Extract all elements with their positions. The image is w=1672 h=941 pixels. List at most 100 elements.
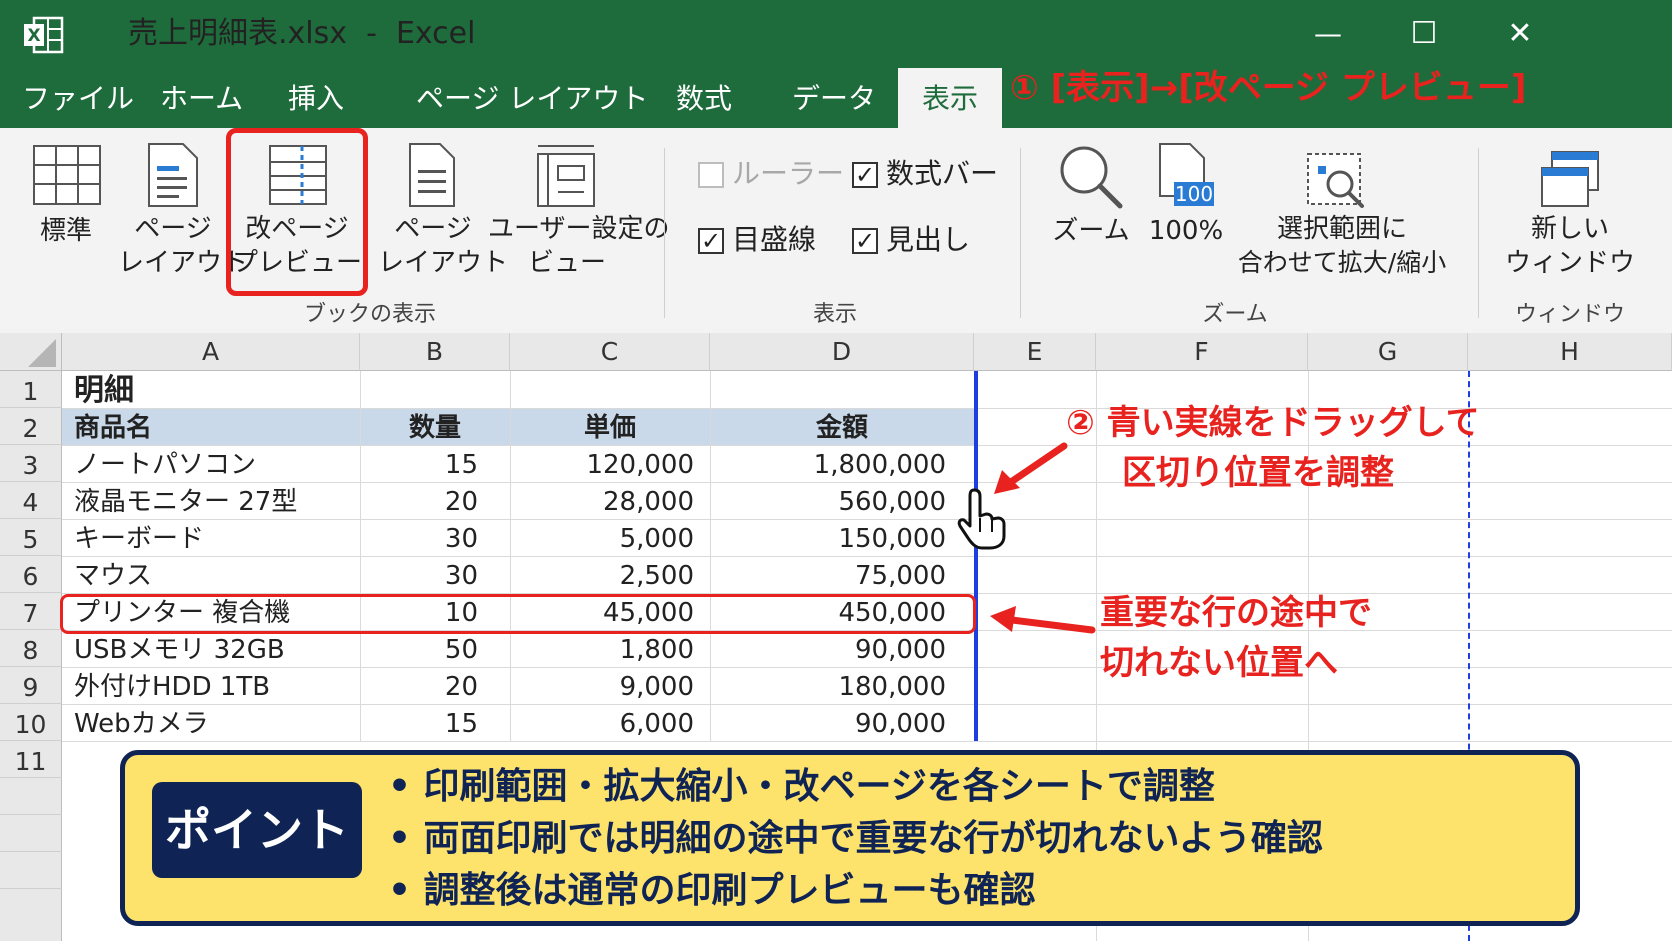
column-header-b[interactable]: B: [360, 333, 510, 371]
row-header-10[interactable]: 10: [0, 704, 62, 741]
tab-page-layout[interactable]: ページ レイアウト: [416, 76, 648, 122]
table-cell-unit-price[interactable]: 28,000: [510, 482, 694, 522]
table-cell-amount[interactable]: 150,000: [710, 519, 946, 559]
column-header-g[interactable]: G: [1308, 333, 1468, 371]
page-break-preview-label-2[interactable]: プレビュー: [232, 246, 362, 280]
tab-file[interactable]: ファイル: [22, 76, 134, 122]
tab-view[interactable]: 表示: [898, 68, 1003, 128]
custom-views-label-2[interactable]: ビュー: [488, 246, 646, 280]
page-break-preview-label-1[interactable]: 改ページ: [232, 212, 362, 246]
row-header-1[interactable]: 1: [0, 371, 62, 408]
step2-annotation-line1: ② 青い実線をドラッグして: [1066, 403, 1480, 443]
zoom-button[interactable]: ズーム: [1046, 214, 1136, 248]
gridlines-checkbox[interactable]: ✓: [698, 228, 724, 254]
table-cell-amount[interactable]: 560,000: [710, 482, 946, 522]
table-cell-quantity[interactable]: 20: [360, 667, 478, 707]
table-cell-product[interactable]: 外付けHDD 1TB: [74, 667, 270, 707]
table-cell-product[interactable]: キーボード: [74, 519, 204, 559]
table-cell-unit-price[interactable]: 1,800: [510, 630, 694, 670]
zoom-to-selection-label-1[interactable]: 選択範囲に: [1240, 212, 1444, 246]
new-window-label-1[interactable]: 新しい: [1500, 212, 1640, 246]
tab-formulas[interactable]: 数式: [676, 76, 732, 122]
tab-data[interactable]: データ: [792, 76, 876, 122]
tab-home[interactable]: ホーム: [160, 76, 243, 122]
row-header-3[interactable]: 3: [0, 445, 62, 482]
new-window-label-2[interactable]: ウィンドウ: [1500, 246, 1640, 280]
page-layout-view-label-1[interactable]: ページ: [118, 212, 228, 246]
table-cell-product[interactable]: ノートパソコン: [74, 445, 256, 485]
table-cell-unit-price[interactable]: 5,000: [510, 519, 694, 559]
point-line-1: • 印刷範囲・拡大縮小・改ページを各シートで調整: [388, 766, 1215, 807]
hand-cursor-icon: [956, 486, 1012, 550]
table-cell-product[interactable]: Webカメラ: [74, 704, 209, 744]
group-label-window: ウィンドウ: [1514, 302, 1625, 327]
column-header-h[interactable]: H: [1468, 333, 1672, 371]
point-badge: ポイント: [152, 782, 362, 878]
page-layout-view-icon: [143, 140, 203, 210]
column-header-a[interactable]: A: [62, 333, 360, 371]
headings-checkbox[interactable]: ✓: [852, 228, 878, 254]
table-cell-amount[interactable]: 1,800,000: [710, 445, 946, 485]
table-cell-amount[interactable]: 180,000: [710, 667, 946, 707]
new-window-icon: [1538, 148, 1602, 210]
select-all-button[interactable]: [0, 333, 62, 371]
header-cell-unit-price[interactable]: 単価: [510, 408, 710, 448]
table-cell-unit-price[interactable]: 120,000: [510, 445, 694, 485]
close-button[interactable]: ✕: [1490, 10, 1550, 60]
row-header-5[interactable]: 5: [0, 519, 62, 556]
row-header-8[interactable]: 8: [0, 630, 62, 667]
table-cell-quantity[interactable]: 30: [360, 519, 478, 559]
maximize-button[interactable]: ☐: [1394, 10, 1454, 60]
step2-annotation-line2: 区切り位置を調整: [1122, 453, 1394, 493]
gridlines-label: 目盛線: [732, 223, 817, 256]
column-header-d[interactable]: D: [710, 333, 974, 371]
table-cell-product[interactable]: USBメモリ 32GB: [74, 630, 285, 670]
table-cell-amount[interactable]: 75,000: [710, 556, 946, 596]
table-cell-product[interactable]: マウス: [74, 556, 152, 596]
row-header-6[interactable]: 6: [0, 556, 62, 593]
row-header-9[interactable]: 9: [0, 667, 62, 704]
row-header-11[interactable]: 11: [0, 741, 62, 778]
formula-bar-checkbox[interactable]: ✓: [852, 162, 878, 188]
normal-view-button[interactable]: 標準: [16, 214, 116, 248]
page-layout-label-2[interactable]: レイアウト: [378, 246, 508, 280]
ruler-checkbox[interactable]: [698, 162, 724, 188]
row-header-7[interactable]: 7: [0, 593, 62, 630]
table-cell-quantity[interactable]: 15: [360, 445, 478, 485]
custom-views-icon: [534, 140, 598, 210]
row-header-blank: [0, 778, 62, 815]
row-header-4[interactable]: 4: [0, 482, 62, 519]
group-label-show: 表示: [812, 302, 857, 327]
excel-app-icon: X: [22, 14, 64, 56]
table-cell-quantity[interactable]: 20: [360, 482, 478, 522]
table-cell-quantity[interactable]: 15: [360, 704, 478, 744]
table-cell-unit-price[interactable]: 9,000: [510, 667, 694, 707]
table-cell-product[interactable]: 液晶モニター 27型: [74, 482, 297, 522]
column-header-c[interactable]: C: [510, 333, 710, 371]
header-cell-amount[interactable]: 金額: [710, 408, 974, 448]
table-cell-amount[interactable]: 90,000: [710, 630, 946, 670]
page-layout-icon: [404, 140, 460, 210]
page-layout-label-1[interactable]: ページ: [378, 212, 488, 246]
table-cell-unit-price[interactable]: 6,000: [510, 704, 694, 744]
column-header-f[interactable]: F: [1096, 333, 1308, 371]
minimize-button[interactable]: —: [1298, 10, 1358, 60]
header-cell-quantity[interactable]: 数量: [360, 408, 510, 448]
sheet-title-cell[interactable]: 明細: [74, 371, 134, 408]
row-header-2[interactable]: 2: [0, 408, 62, 445]
row-note-line1: 重要な行の途中で: [1100, 593, 1372, 633]
zoom-to-selection-label-2[interactable]: 合わせて拡大/縮小: [1230, 246, 1454, 280]
table-cell-quantity[interactable]: 50: [360, 630, 478, 670]
table-cell-unit-price[interactable]: 2,500: [510, 556, 694, 596]
custom-views-label-1[interactable]: ユーザー設定の: [488, 212, 669, 246]
page-layout-view-label-2[interactable]: レイアウト: [118, 246, 248, 280]
page-break-preview-icon: [266, 142, 330, 208]
table-cell-quantity[interactable]: 30: [360, 556, 478, 596]
tab-insert[interactable]: 挿入: [288, 76, 344, 122]
window-title: 売上明細表.xlsx - Excel: [128, 16, 476, 51]
page-break-solid-line[interactable]: [974, 371, 978, 741]
header-cell-product[interactable]: 商品名: [74, 408, 152, 448]
zoom-100-button[interactable]: 100%: [1136, 214, 1236, 248]
column-header-e[interactable]: E: [974, 333, 1096, 371]
table-cell-amount[interactable]: 90,000: [710, 704, 946, 744]
